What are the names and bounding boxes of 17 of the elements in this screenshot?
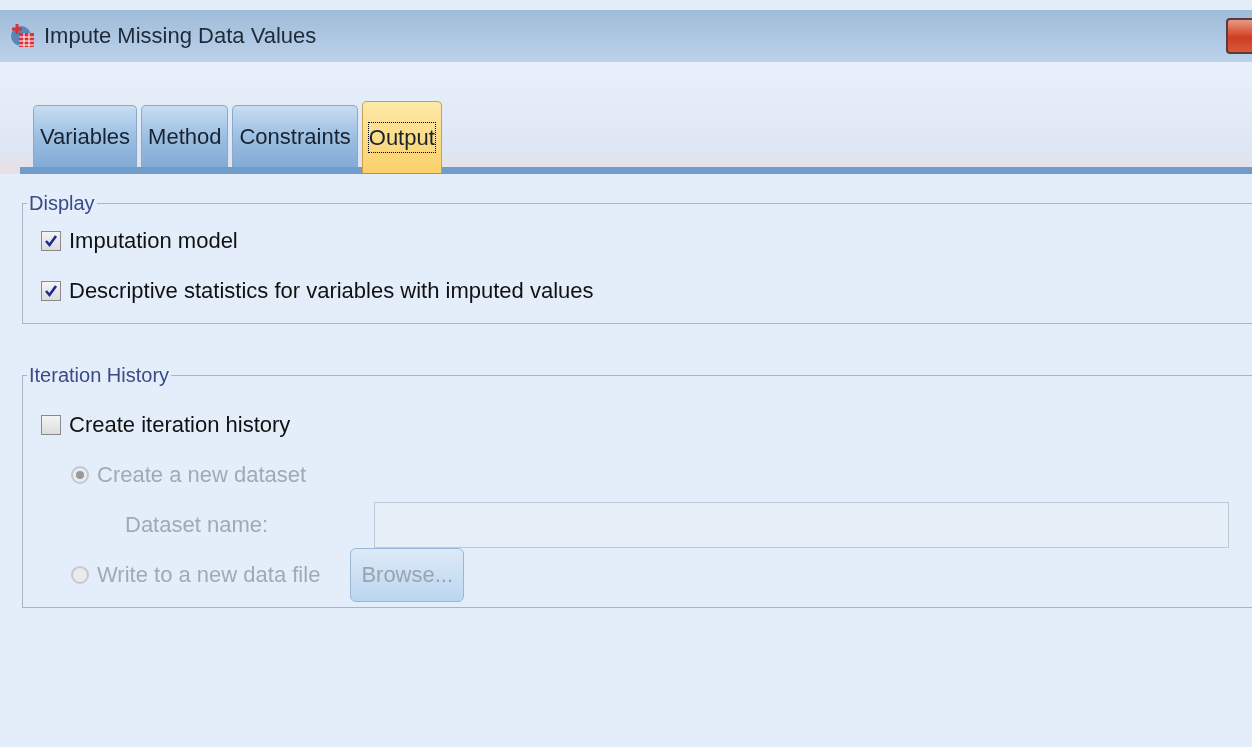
tab[interactable]: Constraints xyxy=(232,105,358,167)
checkbox-label: Imputation model xyxy=(69,228,238,254)
checkbox[interactable] xyxy=(41,415,61,435)
checkbox[interactable] xyxy=(41,231,61,251)
checkbox-label: Descriptive statistics for variables with imputed values xyxy=(69,278,594,304)
table-icon xyxy=(10,23,36,49)
radio-label: Create a new dataset xyxy=(97,462,307,488)
tab[interactable]: Method xyxy=(141,105,229,167)
radio-label: Write to a new data file xyxy=(97,562,321,588)
tab[interactable]: Variables xyxy=(33,105,138,167)
checkbox[interactable] xyxy=(41,281,61,301)
window-title: Impute Missing Data Values xyxy=(44,23,317,49)
group-title: Iteration History xyxy=(28,364,171,387)
tab[interactable]: Output xyxy=(361,101,442,173)
checkbox-label: Create iteration history xyxy=(69,412,291,438)
field-label: Dataset name: xyxy=(125,512,270,538)
group-title: Display xyxy=(28,192,96,215)
